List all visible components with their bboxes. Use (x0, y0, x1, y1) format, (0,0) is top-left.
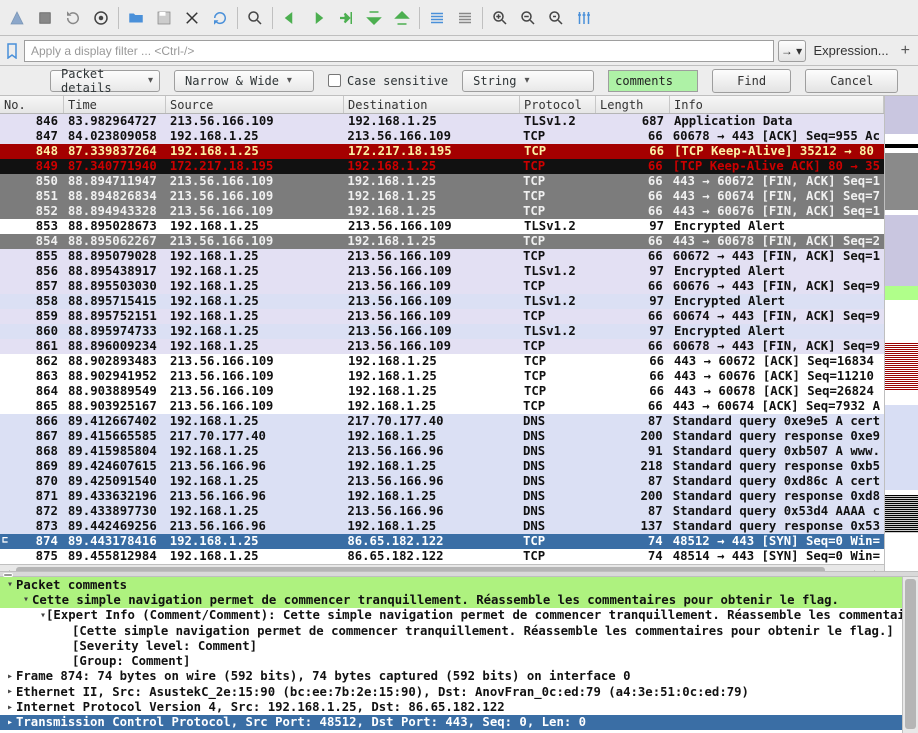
tree-tcp[interactable]: ▸Transmission Control Protocol, Src Port… (0, 715, 902, 730)
bookmark-icon[interactable] (4, 40, 20, 62)
go-back-icon[interactable] (279, 7, 301, 29)
packet-row[interactable]: 85388.895028673192.168.1.25213.56.166.10… (0, 219, 884, 234)
autoscroll-icon[interactable] (426, 7, 448, 29)
packet-row[interactable]: 87089.425091540192.168.1.25213.56.166.96… (0, 474, 884, 489)
tree-ethernet[interactable]: ▸Ethernet II, Src: AsustekC_2e:15:90 (bc… (0, 684, 902, 699)
separator (482, 7, 483, 29)
content-panes: No. Time Source Destination Protocol Len… (0, 96, 918, 733)
col-time[interactable]: Time (64, 96, 166, 113)
tree-group[interactable]: [Group: Comment] (0, 653, 902, 668)
tree-severity[interactable]: [Severity level: Comment] (0, 638, 902, 653)
packet-row[interactable]: 85988.895752151192.168.1.25213.56.166.10… (0, 309, 884, 324)
packet-row[interactable]: 86088.895974733192.168.1.25213.56.166.10… (0, 324, 884, 339)
reload-icon[interactable] (209, 7, 231, 29)
packet-list-pane: No. Time Source Destination Protocol Len… (0, 96, 918, 571)
go-to-packet-icon[interactable] (335, 7, 357, 29)
find-button[interactable]: Find (712, 69, 791, 93)
packet-row[interactable]: 86288.902893483213.56.166.109192.168.1.2… (0, 354, 884, 369)
packet-row[interactable]: 87489.443178416192.168.1.2586.65.182.122… (0, 534, 884, 549)
packet-list-header[interactable]: No. Time Source Destination Protocol Len… (0, 96, 884, 114)
packet-row[interactable]: 85488.895062267213.56.166.109192.168.1.2… (0, 234, 884, 249)
col-length[interactable]: Length (596, 96, 670, 113)
display-filter-input[interactable]: Apply a display filter ... <Ctrl-/> (24, 40, 774, 62)
expression-button[interactable]: Expression... (810, 43, 893, 58)
pane-splitter[interactable] (0, 571, 918, 577)
packet-row[interactable]: 84887.339837264192.168.1.25172.217.18.19… (0, 144, 884, 159)
go-forward-icon[interactable] (307, 7, 329, 29)
packet-row[interactable]: 85688.895438917192.168.1.25213.56.166.10… (0, 264, 884, 279)
capture-stop-icon[interactable] (34, 7, 56, 29)
packet-details-pane[interactable]: ▾Packet comments ▾Cette simple navigatio… (0, 577, 902, 733)
packet-row[interactable]: 86388.902941952213.56.166.109192.168.1.2… (0, 369, 884, 384)
tree-expert-comment[interactable]: [Cette simple navigation permet de comme… (0, 623, 902, 638)
col-proto[interactable]: Protocol (520, 96, 596, 113)
search-type-combo[interactable]: String (462, 70, 594, 92)
search-input[interactable]: comments (608, 70, 698, 92)
packet-list[interactable]: No. Time Source Destination Protocol Len… (0, 96, 884, 571)
separator (419, 7, 420, 29)
packet-row[interactable]: 86188.896009234192.168.1.25213.56.166.10… (0, 339, 884, 354)
packet-row[interactable]: 85588.895079028192.168.1.25213.56.166.10… (0, 249, 884, 264)
packet-row[interactable]: 86889.415985804192.168.1.25213.56.166.96… (0, 444, 884, 459)
separator (118, 7, 119, 29)
find-bar: Packet details Narrow & Wide Case sensit… (0, 66, 918, 96)
tree-comment-text[interactable]: ▾Cette simple navigation permet de comme… (0, 592, 902, 607)
packet-row[interactable]: 85788.895503030192.168.1.25213.56.166.10… (0, 279, 884, 294)
close-icon[interactable] (181, 7, 203, 29)
col-source[interactable]: Source (166, 96, 344, 113)
packet-row[interactable]: 86488.903889549213.56.166.109192.168.1.2… (0, 384, 884, 399)
packet-row[interactable]: 84683.982964727213.56.166.109192.168.1.2… (0, 114, 884, 129)
resize-columns-icon[interactable] (573, 7, 595, 29)
packet-row[interactable]: 85288.894943328213.56.166.109192.168.1.2… (0, 204, 884, 219)
packet-row[interactable]: 84784.023809058192.168.1.25213.56.166.10… (0, 129, 884, 144)
colorize-icon[interactable] (454, 7, 476, 29)
capture-restart-icon[interactable] (62, 7, 84, 29)
packet-row[interactable]: 87289.433897730192.168.1.25213.56.166.96… (0, 504, 884, 519)
apply-filter-button[interactable]: → ▾ (778, 40, 806, 62)
tree-frame[interactable]: ▸Frame 874: 74 bytes on wire (592 bits),… (0, 669, 902, 684)
hscrollbar[interactable]: ◂ ▸ (0, 564, 884, 571)
col-info[interactable]: Info (670, 96, 884, 113)
case-sensitive-checkbox[interactable]: Case sensitive (328, 74, 448, 88)
separator (272, 7, 273, 29)
cancel-button[interactable]: Cancel (805, 69, 898, 93)
separator (237, 7, 238, 29)
add-button-icon[interactable]: + (897, 42, 914, 60)
packet-row[interactable]: 85188.894826834213.56.166.109192.168.1.2… (0, 189, 884, 204)
packet-row[interactable]: 87189.433632196213.56.166.96192.168.1.25… (0, 489, 884, 504)
display-filter-bar: Apply a display filter ... <Ctrl-/> → ▾ … (0, 36, 918, 66)
packet-row[interactable]: 85088.894711947213.56.166.109192.168.1.2… (0, 174, 884, 189)
find-icon[interactable] (244, 7, 266, 29)
minimap[interactable] (884, 96, 918, 571)
tree-ip[interactable]: ▸Internet Protocol Version 4, Src: 192.1… (0, 699, 902, 714)
zoom-reset-icon[interactable] (545, 7, 567, 29)
packet-rows[interactable]: 84683.982964727213.56.166.109192.168.1.2… (0, 114, 884, 564)
save-icon[interactable] (153, 7, 175, 29)
packet-row[interactable]: 86989.424607615213.56.166.96192.168.1.25… (0, 459, 884, 474)
capture-start-icon[interactable] (6, 7, 28, 29)
search-scope-combo[interactable]: Packet details (50, 70, 160, 92)
tree-expert-info[interactable]: ▾[Expert Info (Comment/Comment): Cette s… (0, 608, 902, 623)
tree-packet-comments[interactable]: ▾Packet comments (0, 577, 902, 592)
packet-row[interactable]: 85888.895715415192.168.1.25213.56.166.10… (0, 294, 884, 309)
zoom-in-icon[interactable] (489, 7, 511, 29)
col-dest[interactable]: Destination (344, 96, 520, 113)
details-vscrollbar[interactable] (902, 577, 918, 733)
go-last-icon[interactable] (391, 7, 413, 29)
packet-row[interactable]: 87389.442469256213.56.166.96192.168.1.25… (0, 519, 884, 534)
open-icon[interactable] (125, 7, 147, 29)
main-toolbar (0, 0, 918, 36)
zoom-out-icon[interactable] (517, 7, 539, 29)
packet-row[interactable]: 86588.903925167213.56.166.109192.168.1.2… (0, 399, 884, 414)
packet-row[interactable]: 87589.455812984192.168.1.2586.65.182.122… (0, 549, 884, 564)
packet-row[interactable]: 86789.415665585217.70.177.40192.168.1.25… (0, 429, 884, 444)
current-frame-marker-icon: ⊏ (2, 535, 8, 546)
capture-options-icon[interactable] (90, 7, 112, 29)
go-first-icon[interactable] (363, 7, 385, 29)
packet-row[interactable]: 84987.340771940172.217.18.195192.168.1.2… (0, 159, 884, 174)
char-width-combo[interactable]: Narrow & Wide (174, 70, 314, 92)
packet-row[interactable]: 86689.412667402192.168.1.25217.70.177.40… (0, 414, 884, 429)
col-no[interactable]: No. (0, 96, 64, 113)
